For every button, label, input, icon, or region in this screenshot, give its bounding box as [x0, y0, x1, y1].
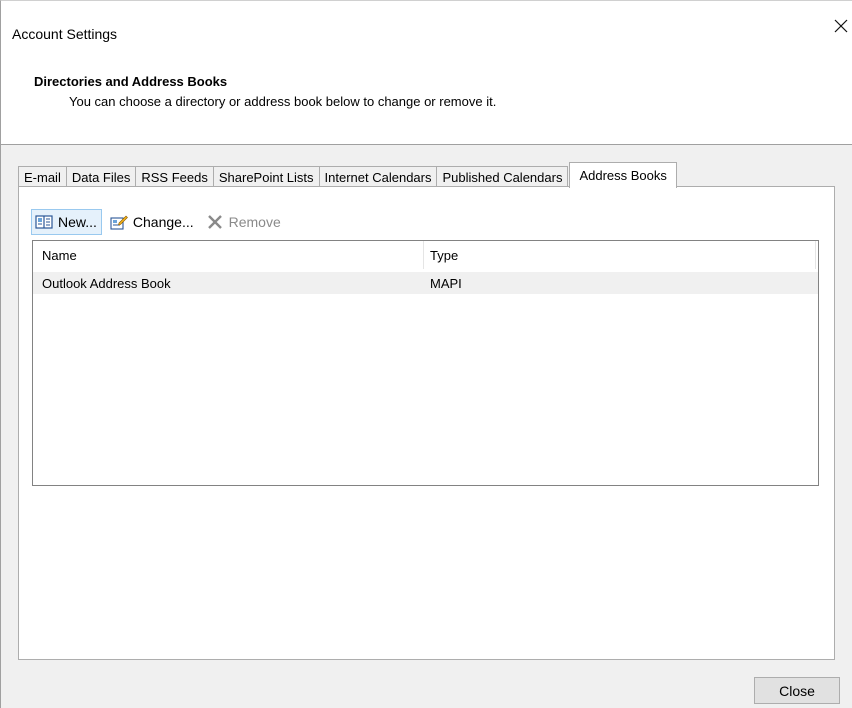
section-description: You can choose a directory or address bo… — [69, 94, 497, 109]
address-book-list[interactable]: Name Type Outlook Address Book MAPI — [32, 240, 819, 486]
tab-published-calendars[interactable]: Published Calendars — [436, 166, 569, 187]
tab-data-files[interactable]: Data Files — [65, 166, 137, 187]
remove-button[interactable]: Remove — [202, 209, 285, 235]
close-window-button[interactable] — [832, 15, 852, 37]
address-books-panel: New... Change... Remove Name Type Outloo… — [18, 186, 835, 660]
tab-sharepoint-lists[interactable]: SharePoint Lists — [212, 166, 320, 187]
tab-internet-calendars[interactable]: Internet Calendars — [318, 166, 438, 187]
list-item[interactable]: Outlook Address Book MAPI — [33, 272, 818, 294]
toolbar: New... Change... Remove — [31, 208, 289, 236]
tab-strip: E-mail Data Files RSS Feeds SharePoint L… — [18, 162, 677, 188]
tab-address-books[interactable]: Address Books — [569, 162, 677, 188]
window-title: Account Settings — [12, 26, 118, 42]
remove-icon — [207, 215, 222, 229]
list-header: Name Type — [33, 241, 818, 269]
column-header-name[interactable]: Name — [33, 241, 424, 269]
tab-email[interactable]: E-mail — [18, 166, 67, 187]
list-item-type: MAPI — [430, 275, 462, 291]
section-heading: Directories and Address Books — [34, 74, 228, 89]
new-button-label: New... — [58, 214, 97, 230]
list-item-name: Outlook Address Book — [42, 275, 171, 291]
column-header-type[interactable]: Type — [424, 241, 816, 269]
remove-button-label: Remove — [228, 214, 281, 230]
new-button[interactable]: New... — [31, 209, 102, 235]
tab-rss-feeds[interactable]: RSS Feeds — [135, 166, 214, 187]
close-icon — [834, 19, 848, 33]
dialog-header: Account Settings Directories and Address… — [1, 1, 852, 145]
dialog-body: E-mail Data Files RSS Feeds SharePoint L… — [1, 145, 852, 708]
address-book-icon — [35, 215, 53, 229]
change-button[interactable]: Change... — [106, 209, 198, 235]
edit-icon — [110, 215, 128, 230]
change-button-label: Change... — [132, 214, 194, 230]
close-button[interactable]: Close — [754, 677, 840, 704]
account-settings-dialog: Account Settings Directories and Address… — [0, 0, 852, 708]
